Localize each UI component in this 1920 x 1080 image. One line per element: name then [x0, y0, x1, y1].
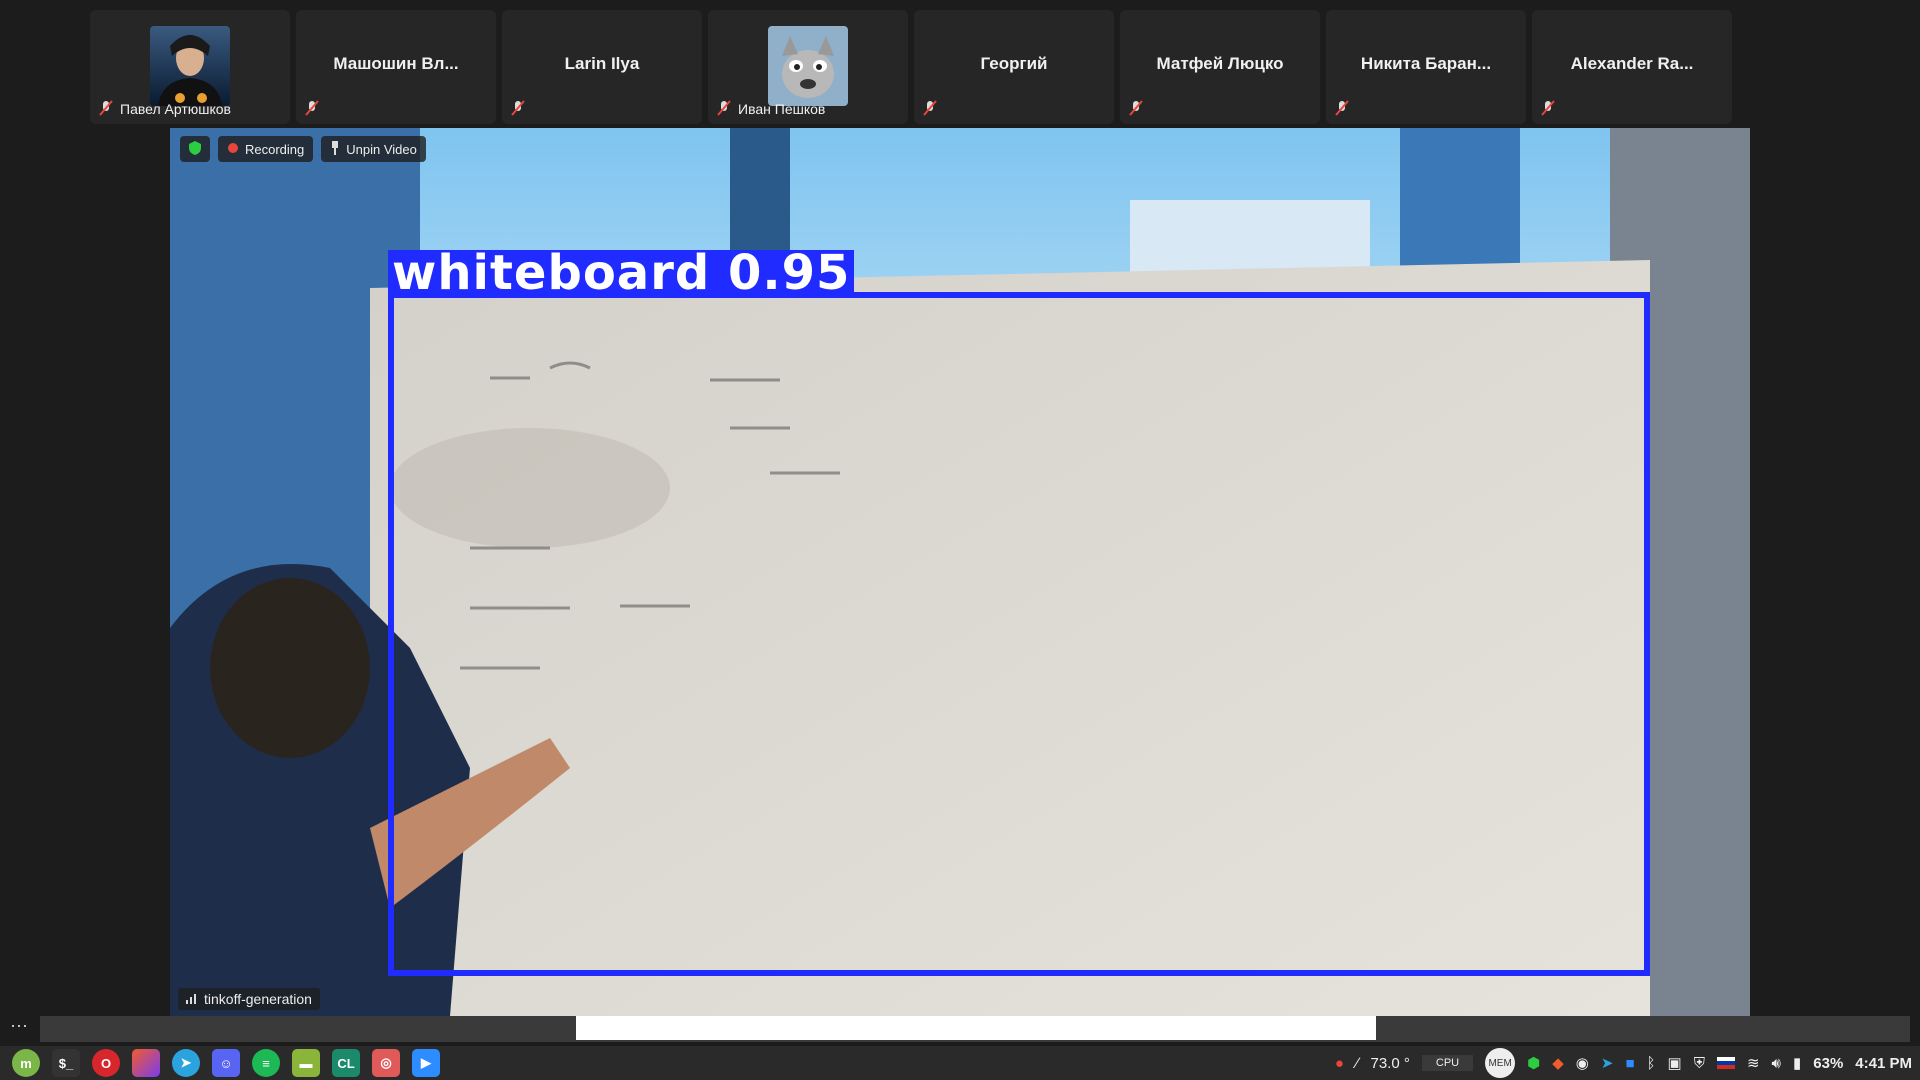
participant-name: Машошин Вл...	[333, 54, 459, 73]
detection-label: whiteboard 0.95	[388, 249, 855, 297]
participant-name: Георгий	[980, 54, 1048, 73]
clipboard-icon[interactable]: ▣	[1668, 1054, 1682, 1072]
participant-tile[interactable]: Никита Баран...	[1326, 10, 1526, 124]
participant-tile[interactable]: Машошин Вл...	[296, 10, 496, 124]
participant-tile[interactable]: Alexander Ra...	[1532, 10, 1732, 124]
horizontal-scrollbar[interactable]	[40, 1016, 1910, 1042]
muted-mic-icon	[1128, 100, 1144, 116]
muted-mic-icon	[716, 100, 732, 116]
wifi-icon[interactable]: ≋	[1747, 1054, 1760, 1072]
language-flag-icon[interactable]	[1716, 1057, 1735, 1069]
zoom-icon[interactable]: ▶	[412, 1049, 440, 1077]
mem-monitor[interactable]: MEM	[1485, 1048, 1516, 1078]
main-video[interactable]: Recording Unpin Video whiteboard 0.95 ti…	[170, 128, 1750, 1016]
files-icon[interactable]: ▬	[292, 1049, 320, 1077]
menu-icon[interactable]: m	[12, 1049, 40, 1077]
clion-icon[interactable]: CL	[332, 1049, 360, 1077]
jetbrains-toolbox-icon[interactable]: ◆	[1552, 1054, 1564, 1072]
participant-avatar	[768, 26, 848, 106]
host-label: tinkoff-generation	[178, 988, 320, 1010]
participant-tile[interactable]: Larin Ilya	[502, 10, 702, 124]
recording-indicator[interactable]: Recording	[218, 136, 314, 162]
muted-mic-icon	[922, 100, 938, 116]
battery-icon[interactable]: ▮	[1793, 1054, 1801, 1072]
location-icon[interactable]: ●	[1335, 1055, 1344, 1072]
discord-icon[interactable]: ☺	[212, 1049, 240, 1077]
signal-icon	[186, 991, 198, 1007]
terminal-icon[interactable]: $_	[52, 1049, 80, 1077]
muted-mic-icon	[1540, 100, 1556, 116]
bluetooth-icon[interactable]: ᛒ	[1647, 1055, 1656, 1072]
participant-tile[interactable]: Матфей Люцко	[1120, 10, 1320, 124]
video-toolbar: Recording Unpin Video	[180, 136, 426, 162]
unpin-video-button[interactable]: Unpin Video	[321, 136, 426, 162]
temperature-icon: ∕	[1355, 1054, 1359, 1072]
battery-percent: 63%	[1813, 1054, 1844, 1072]
security-icon[interactable]: ⛨	[1694, 1055, 1705, 1072]
game-icon[interactable]: ◎	[372, 1049, 400, 1077]
muted-mic-icon	[1334, 100, 1350, 116]
zoom-tray-icon[interactable]: ■	[1625, 1055, 1634, 1072]
telegram-tray-icon[interactable]: ➤	[1601, 1054, 1614, 1072]
scrollbar-thumb[interactable]	[576, 1016, 1376, 1040]
shield-icon	[189, 140, 201, 158]
muted-mic-icon	[304, 100, 320, 116]
participant-label: Иван Пешков	[738, 101, 826, 117]
pin-icon	[330, 140, 340, 158]
participant-name: Никита Баран...	[1360, 54, 1492, 73]
taskbar: m $_ O ➤ ☺ ≡ ▬ CL ◎ ▶ ● ∕ 73.0 ° CPU MEM…	[0, 1046, 1920, 1080]
telegram-icon[interactable]: ➤	[172, 1049, 200, 1077]
participant-avatar	[150, 26, 230, 106]
participant-name: Larin Ilya	[564, 54, 640, 73]
opera-icon[interactable]: O	[92, 1049, 120, 1077]
participant-name: Alexander Ra...	[1570, 54, 1694, 73]
muted-mic-icon	[510, 100, 526, 116]
detection-bounding-box	[388, 292, 1650, 976]
participant-label: Павел Артюшков	[120, 101, 231, 117]
participant-tile[interactable]: Павел Артюшков	[90, 10, 290, 124]
temperature-value: 73.0 °	[1370, 1054, 1410, 1072]
encryption-badge[interactable]	[180, 136, 210, 162]
clock[interactable]: 4:41 PM	[1855, 1055, 1912, 1072]
participant-tile[interactable]: Иван Пешков	[708, 10, 908, 124]
participant-tile[interactable]: Георгий	[914, 10, 1114, 124]
more-options-icon[interactable]: ⋯	[10, 1016, 28, 1037]
steam-icon[interactable]: ◉	[1576, 1054, 1589, 1072]
participant-strip: Павел Артюшков Машошин Вл... Larin Ilya …	[90, 10, 1732, 124]
unpin-video-label: Unpin Video	[346, 141, 417, 157]
muted-mic-icon	[98, 100, 114, 116]
cpu-monitor[interactable]: CPU	[1421, 1055, 1474, 1071]
system-tray: ● ∕ 73.0 ° CPU MEM ⬢ ◆ ◉ ➤ ■ ᛒ ▣ ⛨ ≋ 🔊︎ …	[1335, 1046, 1912, 1080]
volume-icon[interactable]: 🔊︎	[1772, 1055, 1781, 1072]
participant-name: Матфей Люцко	[1156, 54, 1284, 73]
spotify-icon[interactable]: ≡	[252, 1049, 280, 1077]
host-name: tinkoff-generation	[204, 991, 312, 1007]
recording-dot-icon	[227, 142, 239, 157]
vpn-icon[interactable]: ⬢	[1527, 1054, 1540, 1072]
recording-label: Recording	[245, 141, 305, 157]
jetbrains-icon[interactable]	[132, 1049, 160, 1077]
